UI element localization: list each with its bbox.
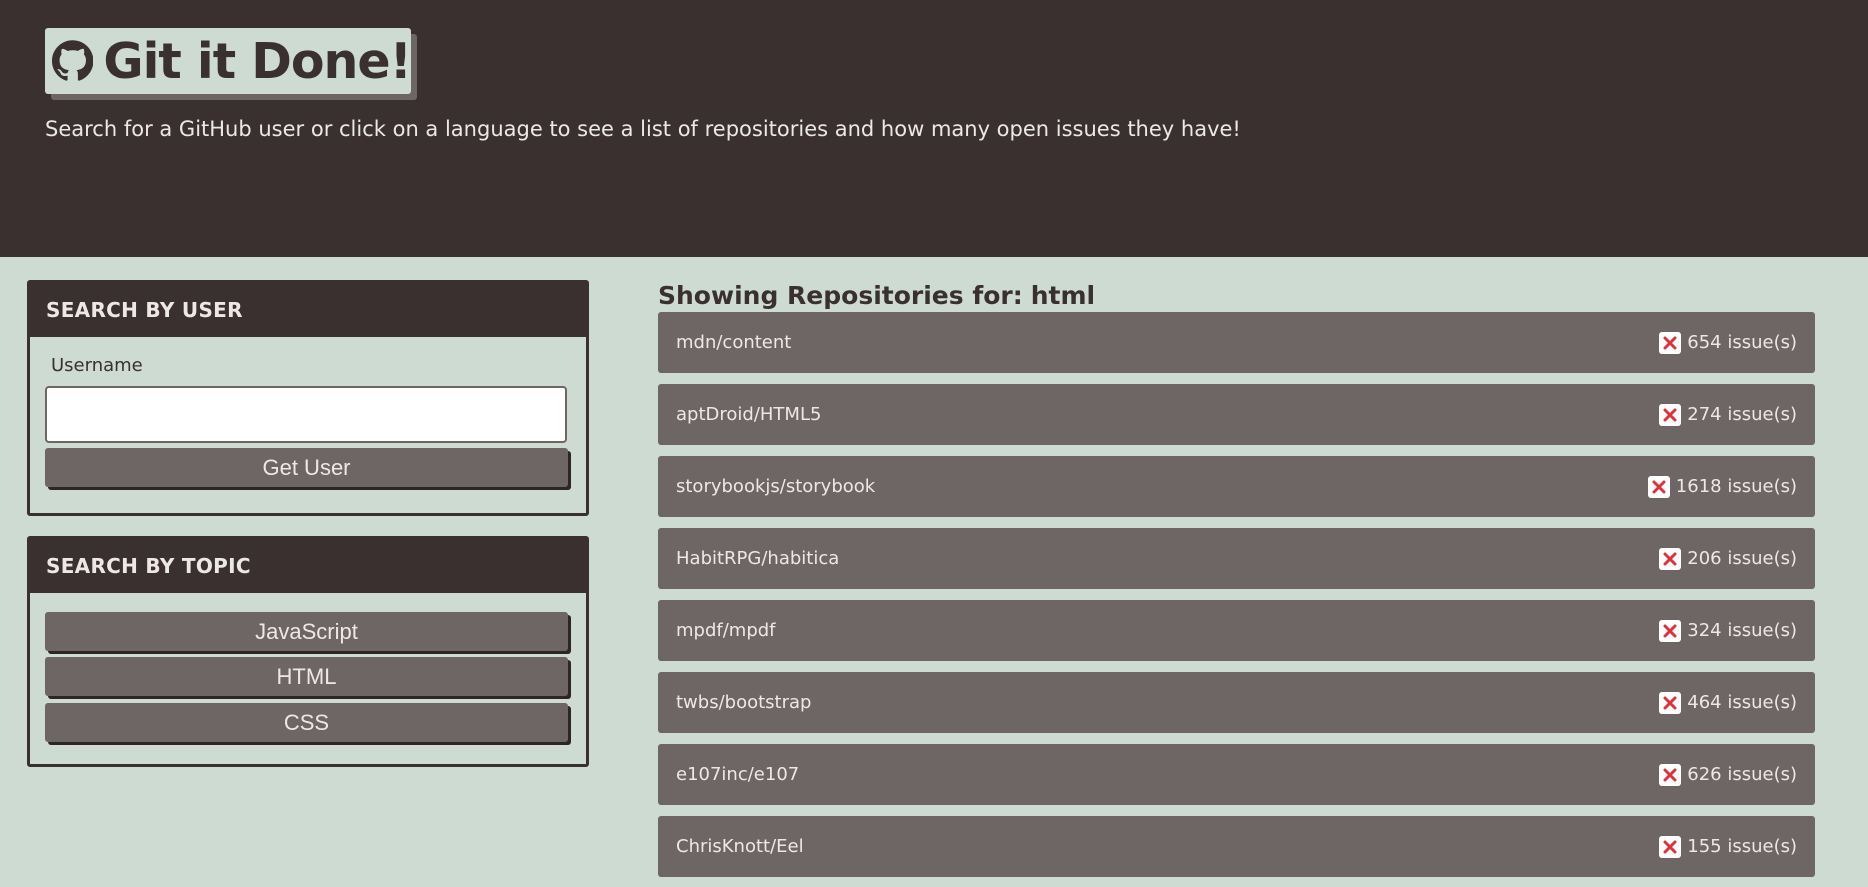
x-icon (1647, 475, 1670, 498)
app-logo: Git it Done! (45, 28, 412, 94)
search-by-user-heading: SEARCH BY USER (30, 283, 586, 337)
repo-name: e107inc/e107 (676, 764, 800, 785)
repo-issue-count: 155 issue(s) (1687, 836, 1797, 857)
x-icon (1659, 331, 1682, 354)
x-icon (1659, 619, 1682, 642)
repo-issue-status: 206 issue(s) (1659, 547, 1797, 570)
repo-issue-status: 654 issue(s) (1659, 331, 1797, 354)
x-icon (1659, 547, 1682, 570)
repo-item[interactable]: mdn/content 654 issue(s) (658, 312, 1815, 373)
repo-issue-status: 1618 issue(s) (1647, 475, 1797, 498)
repo-item[interactable]: HabitRPG/habitica 206 issue(s) (658, 528, 1815, 589)
repo-item[interactable]: storybookjs/storybook 1618 issue(s) (658, 456, 1815, 517)
results-search-term: html (1030, 281, 1096, 310)
page-header: Git it Done! Search for a GitHub user or… (0, 0, 1868, 257)
username-input[interactable] (45, 386, 567, 443)
repo-name: HabitRPG/habitica (676, 548, 840, 569)
repo-name: ChrisKnott/Eel (676, 836, 804, 857)
app-subtitle: Search for a GitHub user or click on a l… (45, 117, 1241, 141)
repo-issue-count: 324 issue(s) (1687, 620, 1797, 641)
github-icon (52, 40, 94, 81)
username-label: Username (51, 355, 143, 376)
repo-item[interactable]: mpdf/mpdf 324 issue(s) (658, 600, 1815, 661)
repo-issue-status: 155 issue(s) (1659, 835, 1797, 858)
repo-issue-count: 274 issue(s) (1687, 404, 1797, 425)
repo-name: twbs/bootstrap (676, 692, 812, 713)
results-title: Showing Repositories for: html (658, 281, 1095, 310)
repo-name: mpdf/mpdf (676, 620, 776, 641)
repo-issue-count: 1618 issue(s) (1675, 476, 1797, 497)
results-title-prefix: Showing Repositories for: (658, 281, 1023, 310)
repo-name: aptDroid/HTML5 (676, 404, 822, 425)
x-icon (1659, 763, 1682, 786)
search-by-topic-card: SEARCH BY TOPIC JavaScript HTML CSS (27, 536, 589, 767)
repo-issue-status: 324 issue(s) (1659, 619, 1797, 642)
topic-javascript-button[interactable]: JavaScript (45, 612, 568, 651)
x-icon (1659, 403, 1682, 426)
get-user-button[interactable]: Get User (45, 448, 568, 487)
search-by-user-card: SEARCH BY USER Username Get User (27, 280, 589, 516)
x-icon (1659, 835, 1682, 858)
topic-css-button[interactable]: CSS (45, 703, 568, 742)
repo-issue-status: 464 issue(s) (1659, 691, 1797, 714)
topic-html-button[interactable]: HTML (45, 657, 568, 696)
repo-name: storybookjs/storybook (676, 476, 876, 497)
app-title: Git it Done! (103, 32, 412, 90)
repo-item[interactable]: twbs/bootstrap 464 issue(s) (658, 672, 1815, 733)
repo-item[interactable]: ChrisKnott/Eel 155 issue(s) (658, 816, 1815, 877)
repo-issue-status: 274 issue(s) (1659, 403, 1797, 426)
repo-item[interactable]: e107inc/e107 626 issue(s) (658, 744, 1815, 805)
x-icon (1659, 691, 1682, 714)
repo-issue-count: 464 issue(s) (1687, 692, 1797, 713)
repo-name: mdn/content (676, 332, 792, 353)
repo-issue-count: 206 issue(s) (1687, 548, 1797, 569)
repo-issue-count: 654 issue(s) (1687, 332, 1797, 353)
repo-issue-count: 626 issue(s) (1687, 764, 1797, 785)
search-by-topic-heading: SEARCH BY TOPIC (30, 539, 586, 593)
repo-item[interactable]: aptDroid/HTML5 274 issue(s) (658, 384, 1815, 445)
repo-issue-status: 626 issue(s) (1659, 763, 1797, 786)
